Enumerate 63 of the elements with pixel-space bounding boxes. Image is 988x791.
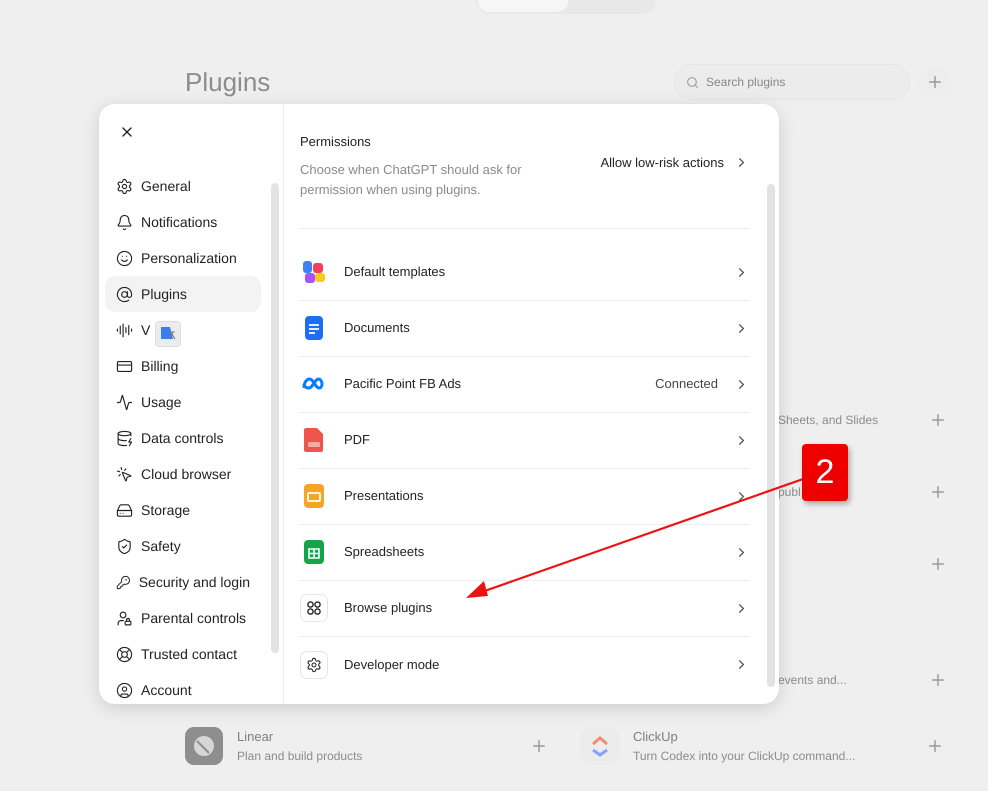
plugin-row[interactable]: Spreadsheets [300,524,749,580]
permission-select[interactable]: Allow low-risk actions [600,153,749,172]
user-lock-icon [116,610,133,626]
search-field[interactable]: Search plugins [674,64,910,100]
translate-icon [155,321,181,347]
lifebuoy-icon [116,646,133,662]
plugin-name: Linear [237,728,274,746]
pointer-icon [116,466,133,482]
sidebar-item[interactable]: Security and login [105,564,261,600]
plus-icon [530,737,548,755]
sidebar-item[interactable]: Plugins [105,276,261,312]
sidebar-item[interactable]: Storage [105,492,261,528]
smile-icon [116,250,133,266]
annotation-badge: 2 [802,444,848,501]
sidebar-item[interactable]: Billing [105,348,261,384]
sidebar-item[interactable]: V [105,312,261,348]
status-text: Connected [655,375,718,394]
plus-icon [929,483,947,501]
page-heading: Plugins [185,67,270,97]
key-icon [116,574,131,590]
sidebar-item[interactable]: Trusted contact [105,636,261,672]
section-title: Permissions [300,133,372,151]
plugin-row[interactable]: Developer mode [300,636,749,692]
sidebar-item[interactable]: Cloud browser [105,456,261,492]
sidebar-item[interactable]: Usage [105,384,261,420]
plugin-description: events and... [778,672,847,689]
sidebar-item[interactable]: Safety [105,528,261,564]
sidebar-item[interactable]: General [105,168,261,204]
plugin-row[interactable]: Pacific Point FB Ads Connected [300,356,749,412]
plus-icon [926,737,944,755]
plugin-description: Sheets, and Slides [778,412,878,429]
shield-check-icon [116,538,133,554]
audio-lines-icon [116,322,133,338]
plugin-description: Turn Codex into your ClickUp command... [633,748,856,765]
plugin-row[interactable]: Default templates [300,244,749,300]
grid-dots-icon [300,594,328,622]
plus-icon [929,671,947,689]
activity-icon [116,394,133,410]
plugin-row[interactable]: PDF [300,412,749,468]
user-circle-icon [116,682,133,698]
plus-icon [929,411,947,429]
gear-icon [116,178,133,194]
plugin-row[interactable]: Presentations [300,468,749,524]
at-sign-icon [116,286,133,302]
drive-icon [116,502,133,518]
gear-icon [300,650,328,678]
sidebar-item[interactable]: Personalization [105,240,261,276]
bell-icon [116,214,133,230]
search-icon [686,76,699,89]
plus-icon [926,73,944,91]
plus-icon [929,555,947,573]
plugin-row[interactable]: Documents [300,300,749,356]
circle-logo-icon [185,727,223,765]
sidebar-item[interactable]: Parental controls [105,600,261,636]
sidebar-item[interactable]: Account [105,672,261,704]
sidebar-item[interactable]: Notifications [105,204,261,240]
section-description: Choose when ChatGPT should ask for permission when using plugins. [300,160,523,199]
templates-icon [300,258,328,286]
plugin-description: Plan and build products [237,748,364,765]
database-icon [116,430,133,446]
sidebar-item[interactable]: Data controls [105,420,261,456]
plugin-description: publ [778,484,801,501]
plugin-name: ClickUp [633,728,679,746]
